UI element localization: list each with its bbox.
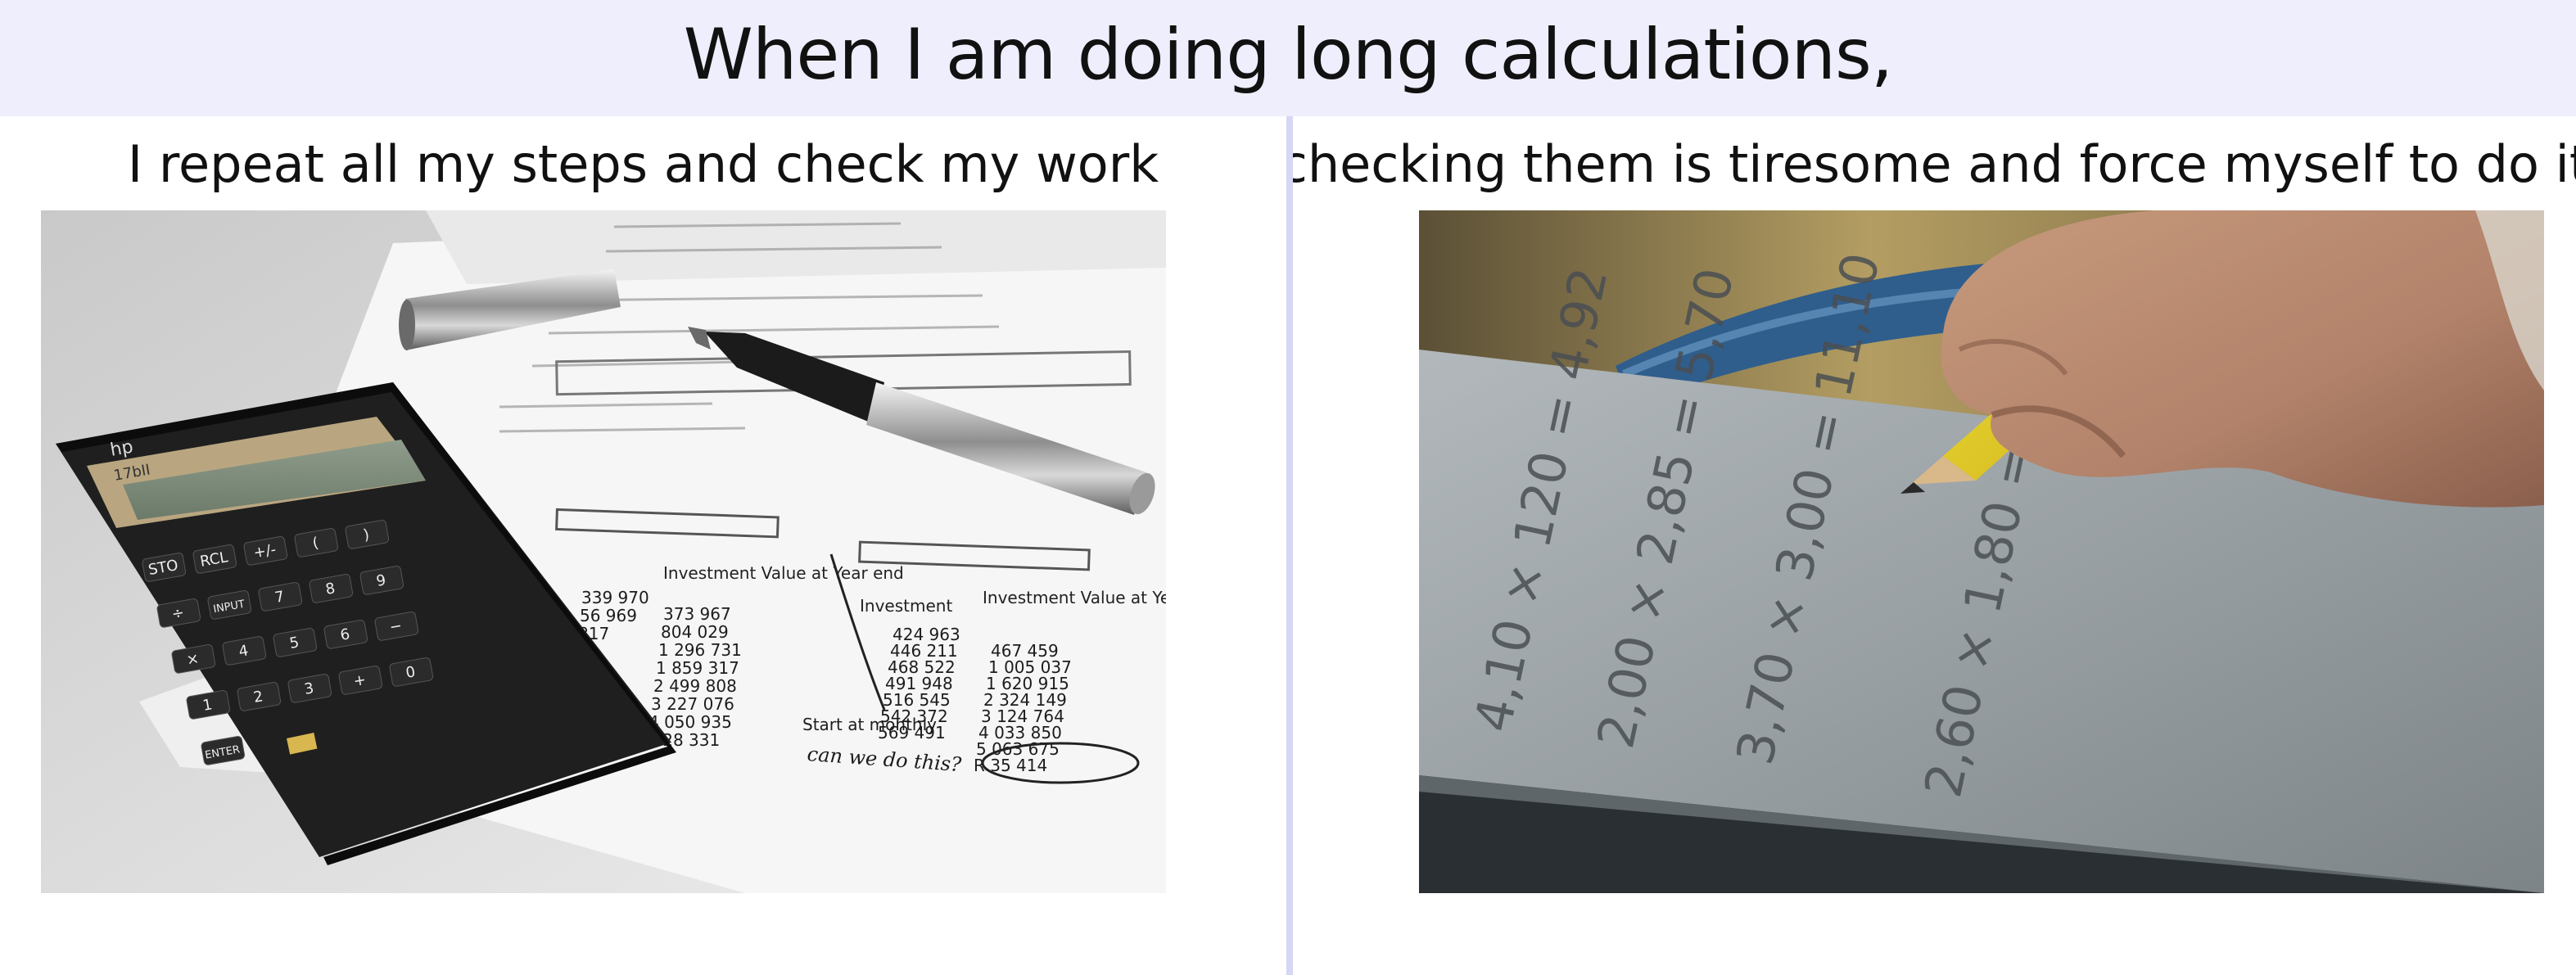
calculator-photo: Investment Value at Year end Investment … [41, 210, 1166, 893]
sheet-number: 3 227 076 [651, 694, 734, 714]
sheet-number: 56 969 [580, 606, 637, 625]
sheet-number: 804 029 [661, 622, 729, 642]
sheet-heading: Investment Value at Year end [663, 563, 904, 583]
banner: When I am doing long calculations, [0, 0, 2576, 116]
handwriting-photo: 4,10 × 120 = 4,92 2,00 × 2,85 = 5,70 3,7… [1419, 210, 2544, 893]
calculator-brand: hp [109, 436, 135, 460]
sheet-number: 2 499 808 [653, 676, 737, 696]
sheet-number: 4 050 935 [649, 712, 732, 732]
sheet-number: 1 859 317 [656, 658, 739, 678]
sheet-number: 339 970 [581, 588, 649, 607]
left-panel-caption: I repeat all my steps and check my work [127, 133, 1159, 194]
sheet-heading: Investment [860, 596, 952, 616]
sheet-note: Start at monthly [802, 715, 937, 734]
sheet-number: 1 296 731 [658, 640, 742, 660]
sheet-heading: Investment Value at Year end [983, 588, 1166, 607]
sheet-number: 373 967 [663, 604, 731, 624]
panel-divider [1286, 116, 1293, 975]
banner-title: When I am doing long calculations, [683, 14, 1893, 96]
right-panel-caption: checking them is tiresome and force myse… [1293, 133, 2576, 194]
